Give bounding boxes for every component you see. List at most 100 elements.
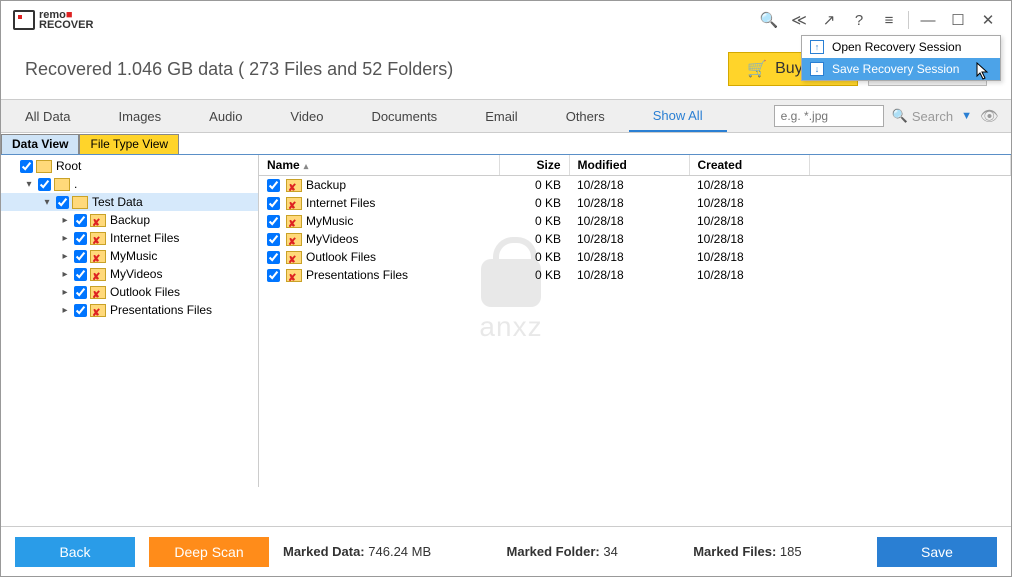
tree-node-backup[interactable]: ▸Backup xyxy=(1,211,258,229)
main-area: Root▾.▾Test Data▸Backup▸Internet Files▸M… xyxy=(1,155,1011,487)
col-size[interactable]: Size xyxy=(499,155,569,176)
tree-node-internet-files[interactable]: ▸Internet Files xyxy=(1,229,258,247)
search-icon[interactable]: 🔍 xyxy=(754,5,784,35)
search-button[interactable]: 🔍 Search xyxy=(892,108,953,124)
tree-node-mymusic[interactable]: ▸MyMusic xyxy=(1,247,258,265)
open-recovery-session[interactable]: ↑ Open Recovery Session xyxy=(802,36,1000,58)
filter-all-data[interactable]: All Data xyxy=(1,100,95,132)
tree-checkbox[interactable] xyxy=(74,214,87,227)
filter-show-all[interactable]: Show All xyxy=(629,100,727,132)
row-checkbox[interactable] xyxy=(267,197,280,210)
row-checkbox[interactable] xyxy=(267,179,280,192)
tree-toggle-icon[interactable]: ▾ xyxy=(23,179,35,190)
row-name: Backup xyxy=(306,178,346,192)
tree-checkbox[interactable] xyxy=(20,160,33,173)
tree-checkbox[interactable] xyxy=(74,268,87,281)
open-session-icon: ↑ xyxy=(810,40,824,54)
tree-toggle-icon[interactable]: ▸ xyxy=(59,287,71,298)
tab-file-type-view[interactable]: File Type View xyxy=(79,134,179,154)
row-checkbox[interactable] xyxy=(267,233,280,246)
minimize-icon[interactable]: — xyxy=(913,5,943,35)
filter-audio[interactable]: Audio xyxy=(185,100,266,132)
tab-data-view[interactable]: Data View xyxy=(1,134,79,154)
tree-toggle-icon[interactable]: ▸ xyxy=(59,251,71,262)
row-checkbox[interactable] xyxy=(267,215,280,228)
tree-toggle-icon[interactable]: ▸ xyxy=(59,215,71,226)
tree-checkbox[interactable] xyxy=(74,304,87,317)
menu-icon[interactable]: ≡ xyxy=(874,5,904,35)
filter-documents[interactable]: Documents xyxy=(347,100,461,132)
save-session-icon: ↓ xyxy=(810,62,824,76)
table-pane[interactable]: Name▴ Size Modified Created Backup0 KB10… xyxy=(259,155,1011,487)
tree-toggle-icon[interactable]: ▸ xyxy=(59,269,71,280)
filter-others[interactable]: Others xyxy=(542,100,629,132)
row-modified: 10/28/18 xyxy=(569,194,689,212)
save-recovery-session[interactable]: ↓ Save Recovery Session xyxy=(802,58,1000,80)
tree-checkbox[interactable] xyxy=(74,250,87,263)
back-button[interactable]: Back xyxy=(15,537,135,567)
filter-email[interactable]: Email xyxy=(461,100,542,132)
table-row[interactable]: Presentations Files0 KB10/28/1810/28/18 xyxy=(259,266,1011,284)
tree-label: MyVideos xyxy=(110,267,162,281)
row-name: MyMusic xyxy=(306,214,353,228)
row-modified: 10/28/18 xyxy=(569,212,689,230)
tree-node-presentations-files[interactable]: ▸Presentations Files xyxy=(1,301,258,319)
tree-node-.[interactable]: ▾. xyxy=(1,175,258,193)
tree-node-outlook-files[interactable]: ▸ Outlook Files xyxy=(1,283,258,301)
marked-folder-stat: Marked Folder: 34 xyxy=(507,544,618,559)
app-logo: remo■ RECOVER xyxy=(13,10,93,30)
tree-toggle-icon[interactable]: ▸ xyxy=(59,305,71,316)
table-row[interactable]: MyMusic0 KB10/28/1810/28/18 xyxy=(259,212,1011,230)
row-size: 0 KB xyxy=(499,230,569,248)
col-modified[interactable]: Modified xyxy=(569,155,689,176)
row-size: 0 KB xyxy=(499,212,569,230)
folder-icon xyxy=(286,233,302,246)
save-session-label: Save Recovery Session xyxy=(832,62,959,76)
row-modified: 10/28/18 xyxy=(569,248,689,266)
titlebar: remo■ RECOVER 🔍 ≪ ↗ ? ≡ — ☐ ✕ ↑ Open Rec… xyxy=(1,1,1011,39)
tree-toggle-icon[interactable]: ▾ xyxy=(41,197,53,208)
filter-dropdown-icon[interactable]: ▼ xyxy=(961,110,972,122)
share-icon[interactable]: ≪ xyxy=(784,5,814,35)
row-size: 0 KB xyxy=(499,194,569,212)
table-row[interactable]: MyVideos0 KB10/28/1810/28/18 xyxy=(259,230,1011,248)
row-checkbox[interactable] xyxy=(267,269,280,282)
tree-checkbox[interactable] xyxy=(74,232,87,245)
tree-label: . xyxy=(74,177,77,191)
save-button[interactable]: Save xyxy=(877,537,997,567)
filter-video[interactable]: Video xyxy=(266,100,347,132)
magnifier-icon: 🔍 xyxy=(892,108,908,124)
row-created: 10/28/18 xyxy=(689,176,809,195)
row-name: Outlook Files xyxy=(306,250,376,264)
tree-label: Outlook Files xyxy=(110,285,180,299)
table-row[interactable]: Backup0 KB10/28/1810/28/18 xyxy=(259,176,1011,195)
help-icon[interactable]: ? xyxy=(844,5,874,35)
tree-node-test-data[interactable]: ▾Test Data xyxy=(1,193,258,211)
preview-toggle-icon[interactable]: 👁 xyxy=(980,107,999,125)
search-label: Search xyxy=(912,109,953,124)
close-icon[interactable]: ✕ xyxy=(973,5,1003,35)
sort-asc-icon: ▴ xyxy=(304,161,309,171)
session-icon[interactable]: ↗ xyxy=(814,5,844,35)
titlebar-controls: 🔍 ≪ ↗ ? ≡ — ☐ ✕ xyxy=(754,5,1003,35)
folder-icon xyxy=(90,250,106,263)
maximize-icon[interactable]: ☐ xyxy=(943,5,973,35)
tree-checkbox[interactable] xyxy=(74,286,87,299)
col-created[interactable]: Created xyxy=(689,155,809,176)
row-created: 10/28/18 xyxy=(689,212,809,230)
tree-node-myvideos[interactable]: ▸ MyVideos xyxy=(1,265,258,283)
table-row[interactable]: Outlook Files0 KB10/28/1810/28/18 xyxy=(259,248,1011,266)
tree-checkbox[interactable] xyxy=(38,178,51,191)
tree-pane[interactable]: Root▾.▾Test Data▸Backup▸Internet Files▸M… xyxy=(1,155,259,487)
col-name[interactable]: Name▴ xyxy=(259,155,499,176)
deep-scan-button[interactable]: Deep Scan xyxy=(149,537,269,567)
row-checkbox[interactable] xyxy=(267,251,280,264)
search-input[interactable] xyxy=(774,105,884,127)
table-row[interactable]: Internet Files0 KB10/28/1810/28/18 xyxy=(259,194,1011,212)
row-name: Presentations Files xyxy=(306,268,408,282)
tree-checkbox[interactable] xyxy=(56,196,69,209)
filter-images[interactable]: Images xyxy=(95,100,186,132)
tree-toggle-icon[interactable]: ▸ xyxy=(59,233,71,244)
tree-node-root[interactable]: Root xyxy=(1,157,258,175)
cart-icon: 🛒 xyxy=(747,59,767,79)
